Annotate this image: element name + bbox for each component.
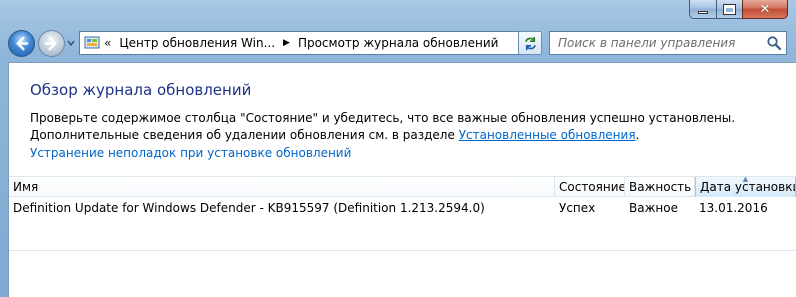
cell-install-date: 13.01.2016 bbox=[699, 201, 768, 215]
close-icon: ✕ bbox=[759, 1, 771, 17]
maximize-button[interactable] bbox=[716, 0, 742, 19]
troubleshoot-link[interactable]: Устранение неполадок при установке обнов… bbox=[30, 146, 351, 160]
close-button[interactable]: ✕ bbox=[742, 0, 788, 19]
caption-buttons: ✕ bbox=[689, 0, 788, 19]
breadcrumb-overflow[interactable]: « bbox=[104, 36, 111, 50]
cell-update-name: Definition Update for Windows Defender -… bbox=[13, 201, 485, 215]
sort-arrow-icon: ▲ bbox=[742, 177, 749, 183]
maximize-icon bbox=[723, 3, 736, 15]
recent-pages-dropdown[interactable] bbox=[66, 38, 76, 48]
description-text: Проверьте содержимое столбца "Состояние"… bbox=[30, 110, 780, 144]
refresh-icon bbox=[524, 36, 536, 50]
minimize-icon bbox=[698, 10, 708, 14]
cell-importance: Важное bbox=[629, 201, 678, 215]
window-frame: ✕ « Центр обновления Win... ▶ Просмотр ж… bbox=[0, 0, 796, 297]
row-divider bbox=[9, 250, 796, 251]
breadcrumb-update-history[interactable]: Просмотр журнала обновлений bbox=[298, 36, 498, 50]
chevron-down-icon bbox=[67, 40, 75, 47]
forward-arrow-icon bbox=[44, 36, 57, 51]
description-suffix: . bbox=[635, 128, 640, 142]
control-panel-icon bbox=[84, 36, 100, 49]
column-header-install-date[interactable]: ▲ Дата установки bbox=[695, 177, 796, 197]
search-box[interactable]: Поиск в панели управления bbox=[549, 31, 787, 55]
cell-status: Успех bbox=[559, 201, 596, 215]
breadcrumb-arrow-icon[interactable]: ▶ bbox=[283, 38, 290, 48]
update-history-table: Имя Состояние Важность ▲ Дата установки D… bbox=[9, 176, 796, 251]
page-title: Обзор журнала обновлений bbox=[30, 81, 252, 99]
search-icon[interactable] bbox=[766, 35, 782, 51]
minimize-button[interactable] bbox=[689, 0, 716, 19]
installed-updates-link[interactable]: Установленные обновления bbox=[459, 128, 636, 142]
back-button[interactable] bbox=[8, 30, 35, 57]
forward-button[interactable] bbox=[38, 30, 65, 57]
back-arrow-icon bbox=[16, 36, 29, 51]
refresh-button[interactable] bbox=[518, 31, 542, 55]
breadcrumb-windows-update[interactable]: Центр обновления Win... bbox=[119, 36, 275, 50]
column-header-importance[interactable]: Важность bbox=[625, 177, 695, 197]
search-input[interactable]: Поиск в панели управления bbox=[558, 36, 735, 50]
content-pane: Обзор журнала обновлений Проверьте содер… bbox=[8, 62, 796, 297]
navigation-bar: « Центр обновления Win... ▶ Просмотр жур… bbox=[0, 27, 796, 61]
table-header: Имя Состояние Важность ▲ Дата установки bbox=[9, 176, 796, 197]
column-header-name[interactable]: Имя bbox=[9, 177, 555, 197]
column-header-status[interactable]: Состояние bbox=[555, 177, 625, 197]
table-row[interactable]: Definition Update for Windows Defender -… bbox=[9, 197, 796, 219]
address-bar[interactable]: « Центр обновления Win... ▶ Просмотр жур… bbox=[79, 31, 540, 55]
